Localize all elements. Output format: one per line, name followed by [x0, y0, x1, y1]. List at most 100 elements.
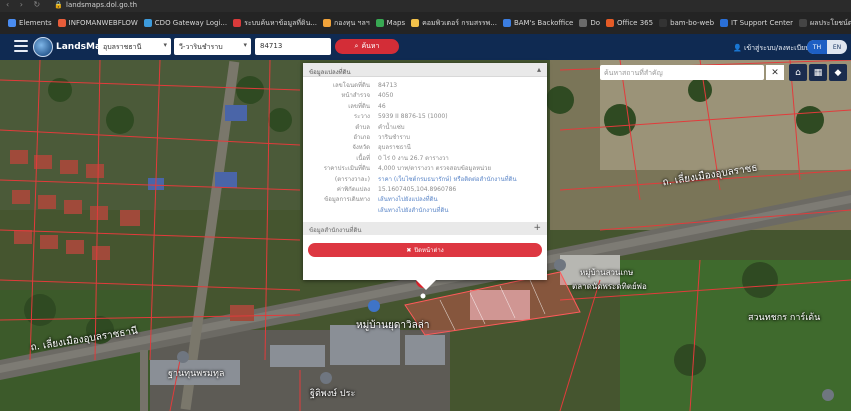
bookmark-item[interactable]: ระบบค้นหาข้อมูลที่ดิน...: [233, 18, 317, 29]
bookmark-item[interactable]: Maps: [375, 19, 406, 27]
detail-link[interactable]: ราคา (เว็บไซต์กรมธนารักษ์) หรือติดต่อสำน…: [378, 175, 517, 185]
detail-value: อุบลราชธานี: [378, 144, 411, 152]
search-button[interactable]: ⌕ ค้นหา: [335, 39, 399, 54]
parcel-number-value: 84713: [260, 42, 283, 50]
bookmark-favicon-icon: [57, 19, 66, 27]
detail-key: เลขโฉนดที่ดิน: [332, 82, 370, 89]
bookmark-item[interactable]: CDO Gateway Logi...: [143, 19, 228, 27]
lang-th-option[interactable]: TH: [807, 40, 827, 54]
bookmark-label: BAM's Backoffice: [513, 19, 574, 27]
bookmark-label: INFOMANWEBFLOW: [68, 19, 138, 27]
bookmark-favicon-icon: [8, 19, 16, 27]
detail-value: 15.1607405,104.8960786: [378, 185, 457, 193]
detail-value: 4050: [378, 92, 394, 100]
bookmark-item[interactable]: กองทุน ฯลฯ: [323, 18, 370, 29]
browser-nav-icons[interactable]: ‹ › ↻: [6, 0, 44, 9]
bookmark-label: กองทุน ฯลฯ: [334, 18, 370, 27]
bookmark-favicon-icon: [143, 19, 152, 27]
popup-header[interactable]: ข้อมูลแปลงที่ดิน ▴: [303, 63, 547, 77]
bookmark-favicon-icon: [502, 19, 511, 27]
bookmark-favicon-icon: [720, 19, 729, 27]
poi-label-bottom-left: ฐานทุนพรมทุล: [168, 369, 225, 379]
parcel-detail-row: เนื้อที่ 0 ไร่ 0 งาน 26.7 ตารางวา: [303, 154, 547, 164]
land-office-section[interactable]: ข้อมูลสำนักงานที่ดิน +: [303, 222, 547, 235]
layers-button[interactable]: ◆: [829, 64, 847, 81]
parcel-info-popup: ข้อมูลแปลงที่ดิน ▴ เลขโฉนดที่ดิน 84713 หน้…: [303, 63, 547, 290]
search-button-label: ค้นหา: [361, 42, 380, 50]
lang-en-option[interactable]: EN: [827, 40, 847, 54]
detail-key: หน้าสำรวจ: [341, 92, 370, 100]
detail-link[interactable]: เส้นทางไปยังสำนักงานที่ดิน: [378, 206, 448, 216]
detail-value: 84713: [378, 82, 398, 89]
grid-icon: ▦: [813, 67, 823, 78]
bookmark-label: Office 365: [617, 19, 654, 27]
detail-value: 0 ไร่ 0 งาน 26.7 ตารางวา: [378, 154, 449, 162]
landmark-search-input[interactable]: ค้นหาสถานที่สำคัญ: [600, 65, 764, 80]
detail-value: คำน้ำแซ่บ: [378, 123, 405, 131]
user-icon: 👤: [733, 44, 742, 52]
bookmark-item[interactable]: ผลประโยชน์ต่อเนื่อง: [799, 18, 851, 29]
parcel-detail-row: ราคาประเมินที่ดิน 4,000 บาท/ตารางวา ตรวจส…: [303, 164, 547, 174]
bookmark-label: CDO Gateway Logi...: [154, 19, 228, 27]
login-link[interactable]: 👤 เข้าสู่ระบบ/ลงทะเบียน: [733, 43, 810, 54]
parcel-detail-row: หน้าสำรวจ 4050: [303, 91, 547, 101]
language-toggle[interactable]: TH EN: [807, 40, 847, 54]
district-select[interactable]: วี-วารินชำราบ ▾: [174, 38, 251, 55]
chevron-down-icon: ▾: [163, 41, 167, 49]
detail-key: ราคาประเมินที่ดิน: [323, 165, 370, 173]
bookmark-item[interactable]: Office 365: [606, 19, 653, 27]
parcel-detail-row: จังหวัด อุบลราชธานี: [303, 143, 547, 153]
parcel-detail-row: เส้นทางไปยังสำนักงานที่ดิน: [303, 206, 547, 216]
poi-label: หมู่บ้านสวนเกษ: [580, 268, 634, 277]
lock-icon: 🔒: [54, 1, 63, 9]
bookmark-label: Elements: [19, 19, 52, 27]
home-button[interactable]: ⌂: [789, 64, 807, 81]
detail-key: ค่าพิกัดแปลง: [336, 185, 370, 193]
clear-search-button[interactable]: ✕: [766, 65, 784, 80]
bookmark-item[interactable]: คอมพิวเตอร์ กรมสรรพ...: [411, 18, 497, 29]
layers-icon: ◆: [834, 67, 842, 78]
bookmark-label: ผลประโยชน์ต่อเนื่อง: [810, 18, 851, 27]
login-label: เข้าสู่ระบบ/ลงทะเบียน: [743, 44, 810, 52]
district-value: วี-วารินชำราบ: [179, 43, 223, 51]
detail-key: (ตารางวาละ): [334, 175, 370, 183]
detail-key: อำเภอ: [353, 133, 370, 141]
landsmaps-logo: [33, 37, 53, 57]
bookmark-label: Maps: [386, 19, 406, 27]
bookmark-favicon-icon: [375, 19, 384, 27]
grid-button[interactable]: ▦: [809, 64, 827, 81]
detail-key: ข้อมูลการเดินทาง: [324, 196, 370, 204]
province-select[interactable]: อุบลราชธานี ▾: [98, 38, 171, 55]
app-header: LandsMaps อุบลราชธานี ▾ วี-วารินชำราบ ▾ …: [0, 34, 851, 60]
bookmark-favicon-icon: [411, 19, 420, 27]
bookmark-item[interactable]: Elements: [8, 19, 52, 27]
bookmark-item[interactable]: BAM's Backoffice: [502, 19, 574, 27]
parcel-number-input[interactable]: 84713: [255, 38, 331, 55]
poi-label-bottom-mid: ฐิติพงษ์ ประ: [310, 389, 356, 399]
collapse-icon[interactable]: ▴: [537, 65, 541, 74]
bookmark-item[interactable]: bam-bo-web: [659, 19, 714, 27]
detail-key: ตำบล: [355, 123, 370, 131]
bookmark-favicon-icon: [233, 19, 242, 27]
bookmarks-bar: Elements INFOMANWEBFLOW CDO Gateway Logi..…: [0, 12, 851, 34]
parcel-detail-row: ข้อมูลการเดินทาง เส้นทางไปยังแปลงที่ดิน: [303, 195, 547, 205]
parcel-detail-list: เลขโฉนดที่ดิน 84713 หน้าสำรวจ 4050 เลขที่ดิน…: [303, 77, 547, 216]
close-window-button[interactable]: ✖ ปิดหน้าต่าง: [308, 243, 542, 257]
detail-key: จังหวัด: [352, 144, 370, 152]
detail-key: ระวาง: [353, 113, 370, 121]
bookmark-item[interactable]: Do: [579, 19, 600, 27]
bookmark-label: IT Support Center: [731, 19, 794, 27]
bookmark-item[interactable]: IT Support Center: [720, 19, 793, 27]
detail-link[interactable]: เส้นทางไปยังแปลงที่ดิน: [378, 195, 438, 205]
close-window-label: ปิดหน้าต่าง: [414, 247, 444, 254]
menu-icon[interactable]: [14, 40, 28, 52]
popup-title: ข้อมูลแปลงที่ดิน: [309, 69, 351, 76]
address-bar[interactable]: landsmaps.dol.go.th: [66, 1, 137, 9]
expand-icon[interactable]: +: [533, 223, 541, 233]
bookmark-item[interactable]: INFOMANWEBFLOW: [57, 19, 138, 27]
bookmark-label: bam-bo-web: [670, 19, 715, 27]
land-office-title: ข้อมูลสำนักงานที่ดิน: [309, 227, 362, 234]
bookmark-label: ระบบค้นหาข้อมูลที่ดิน...: [244, 18, 318, 27]
parcel-detail-row: ระวาง 5939 II 8876-15 (1000): [303, 112, 547, 122]
detail-value: 5939 II 8876-15 (1000): [378, 113, 448, 121]
